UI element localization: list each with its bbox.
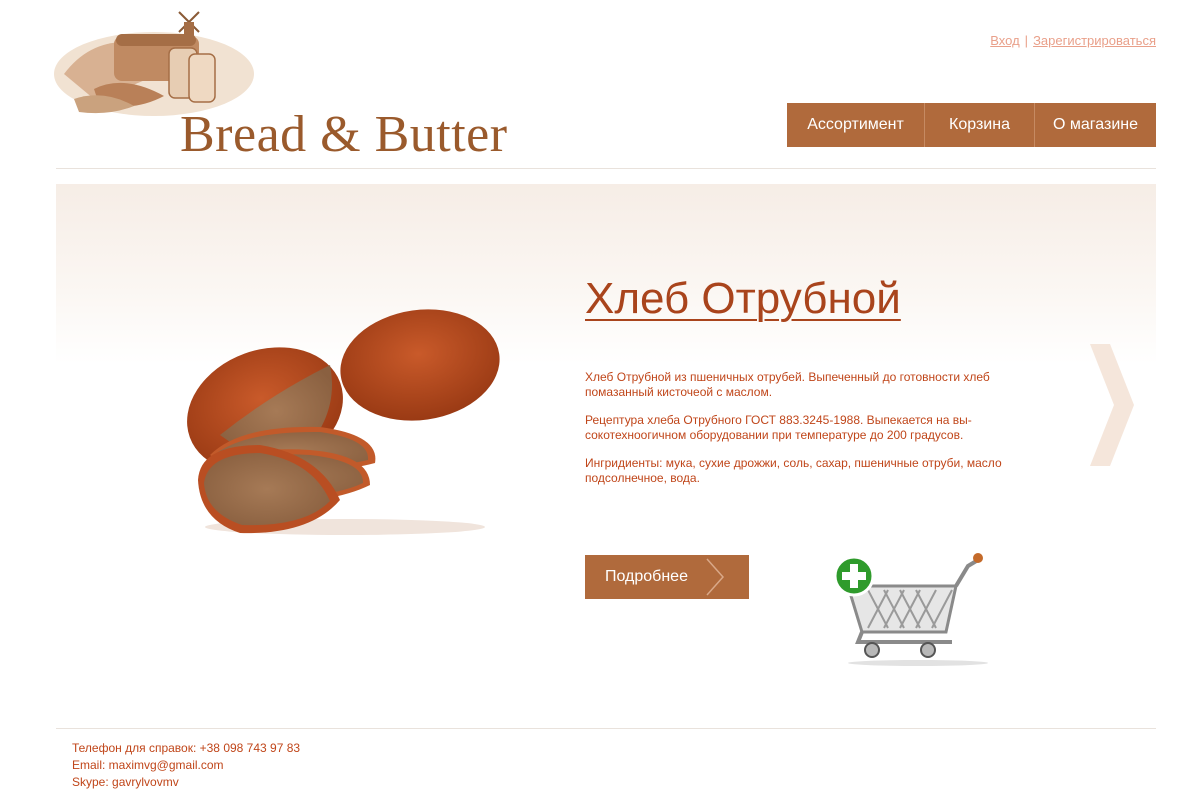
login-link[interactable]: Вход: [990, 33, 1019, 48]
header-divider: [56, 168, 1156, 169]
chevron-right-icon: [706, 558, 725, 596]
footer-contacts: Телефон для справок: +38 098 743 97 83 E…: [72, 740, 300, 791]
main-nav: Ассортимент Корзина О магазине: [787, 103, 1156, 147]
nav-item-about[interactable]: О магазине: [1034, 103, 1156, 147]
auth-separator: |: [1024, 33, 1029, 48]
more-details-button[interactable]: Подробнее: [585, 555, 749, 599]
nav-item-assortment[interactable]: Ассортимент: [787, 103, 924, 147]
bran-bread-image: [187, 309, 500, 535]
footer-skype: Skype: gavrylvovmv: [72, 775, 179, 789]
add-to-cart-icon[interactable]: [828, 550, 993, 668]
nav-item-cart[interactable]: Корзина: [924, 103, 1034, 147]
description-paragraph: Рецептура хлеба Отрубного ГОСТ 883.3245-…: [585, 413, 972, 442]
brand-name: Bread & Butter: [180, 106, 508, 163]
auth-links: Вход | Зарегистрироваться: [990, 33, 1156, 48]
footer-divider: [56, 728, 1156, 729]
product-description: Хлеб Отрубной из пшеничных отрубей. Выпе…: [585, 370, 1015, 499]
description-paragraph: Ингридиенты: мука, сухие дрожжи, соль, с…: [585, 456, 1002, 485]
more-details-label: Подробнее: [605, 568, 688, 585]
footer-email: Email: maximvg@gmail.com: [72, 758, 224, 772]
description-paragraph: Хлеб Отрубной из пшеничных отрубей. Выпе…: [585, 370, 990, 399]
footer-phone: Телефон для справок: +38 098 743 97 83: [72, 741, 301, 755]
register-link[interactable]: Зарегистрироваться: [1033, 33, 1156, 48]
next-slide-chevron-icon[interactable]: [1088, 340, 1136, 470]
product-title[interactable]: Хлеб Отрубной: [585, 274, 901, 324]
